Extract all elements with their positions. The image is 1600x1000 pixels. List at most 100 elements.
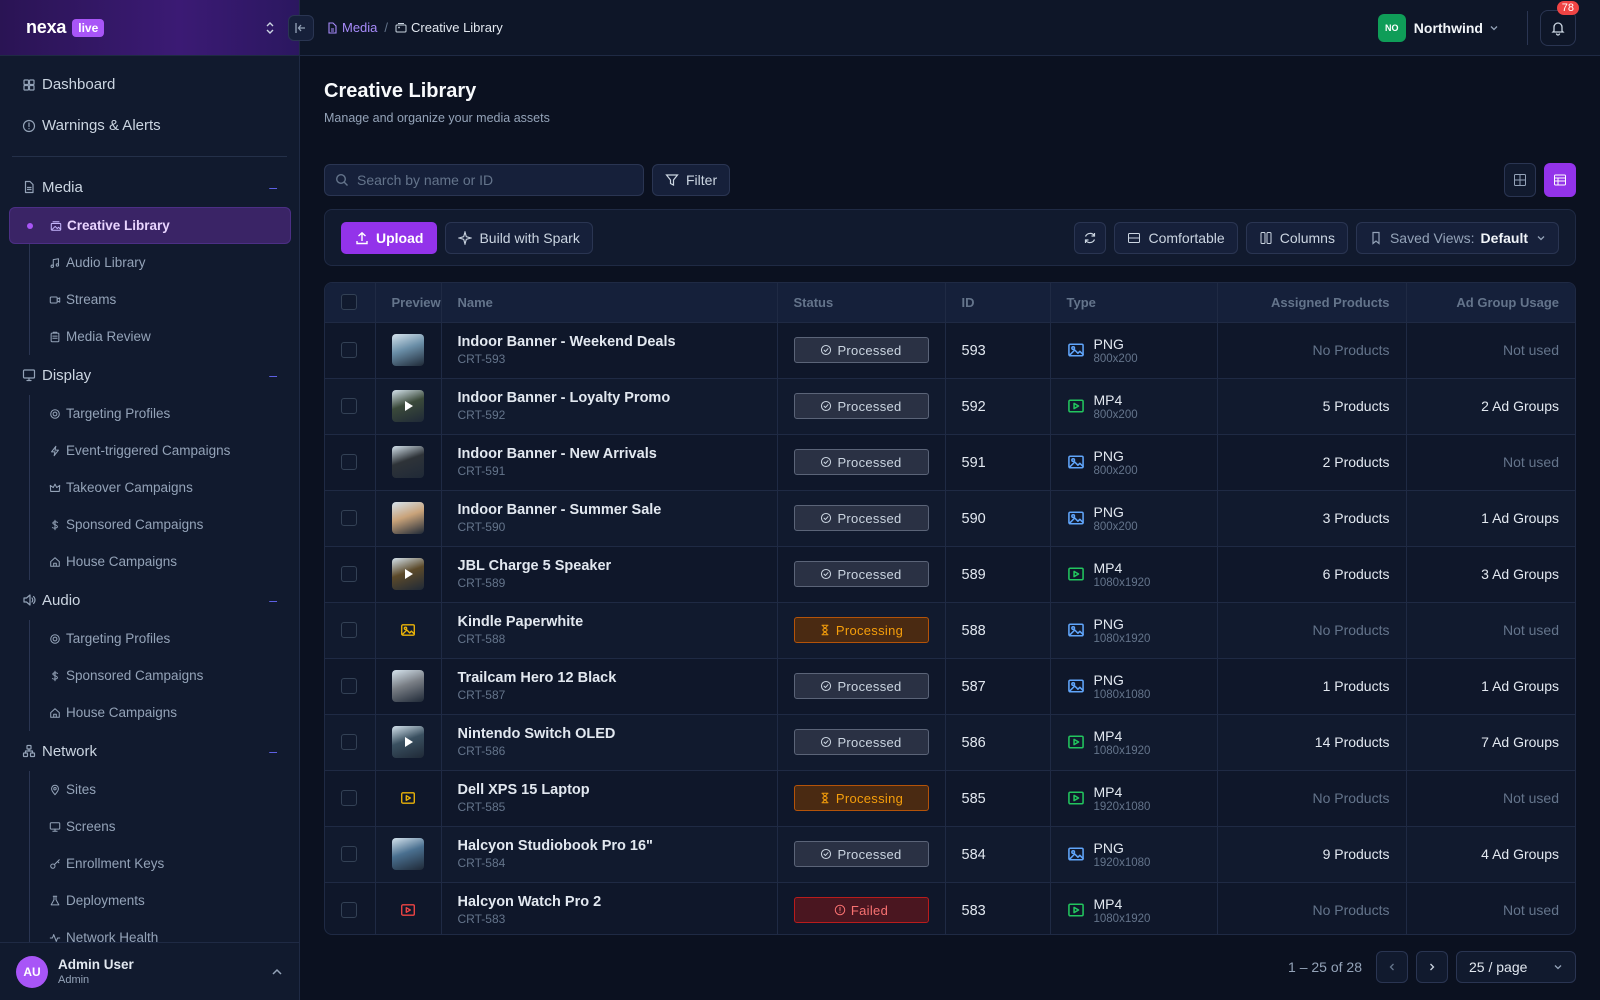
density-button[interactable]: Comfortable: [1114, 221, 1238, 254]
collapse-icon[interactable]: –: [269, 367, 277, 383]
creative-name[interactable]: Halcyon Watch Pro 2: [458, 894, 761, 910]
column-header-id[interactable]: ID: [945, 283, 1051, 323]
prev-page-button[interactable]: [1376, 951, 1408, 983]
sidebar-item-media-review[interactable]: Media Review: [30, 318, 299, 355]
row-checkbox[interactable]: [341, 566, 357, 582]
sidebar-item-screens[interactable]: Screens: [30, 808, 299, 845]
table-row[interactable]: Halcyon Watch Pro 2 CRT-583 Failed 583 M…: [325, 882, 1575, 934]
next-page-button[interactable]: [1416, 951, 1448, 983]
ad-group-usage[interactable]: 1 Ad Groups: [1481, 510, 1559, 526]
row-checkbox[interactable]: [341, 454, 357, 470]
ad-group-usage[interactable]: 2 Ad Groups: [1481, 398, 1559, 414]
column-header-name[interactable]: Name: [441, 283, 778, 323]
video-thumbnail[interactable]: [391, 726, 424, 758]
column-header-type[interactable]: Type: [1050, 283, 1218, 323]
sidebar-item-network-health[interactable]: Network Health: [30, 919, 299, 942]
sidebar-section-network[interactable]: Network –: [0, 731, 299, 771]
saved-views-dropdown[interactable]: Saved Views: Default: [1355, 221, 1559, 254]
sidebar-item-streams[interactable]: Streams: [30, 281, 299, 318]
image-thumbnail[interactable]: [391, 502, 424, 534]
columns-button[interactable]: Columns: [1245, 221, 1348, 254]
assigned-products[interactable]: 2 Products: [1323, 454, 1390, 470]
column-header-assigned-products[interactable]: Assigned Products: [1217, 283, 1407, 323]
notifications-button[interactable]: 78: [1540, 0, 1579, 46]
select-all-checkbox[interactable]: [341, 294, 357, 311]
creative-name[interactable]: JBL Charge 5 Speaker: [458, 558, 761, 574]
assigned-products[interactable]: 1 Products: [1323, 678, 1390, 694]
video-thumbnail[interactable]: [391, 558, 424, 590]
row-checkbox[interactable]: [341, 734, 357, 750]
sidebar-item-sites[interactable]: Sites: [30, 771, 299, 808]
table-row[interactable]: Trailcam Hero 12 Black CRT-587 Processed…: [325, 658, 1575, 715]
assigned-products[interactable]: 9 Products: [1323, 846, 1390, 862]
row-checkbox[interactable]: [341, 902, 357, 918]
collapse-sidebar-button[interactable]: [288, 14, 314, 41]
sidebar-item-audio-library[interactable]: Audio Library: [30, 244, 299, 281]
row-checkbox[interactable]: [341, 790, 357, 806]
ad-group-usage[interactable]: 3 Ad Groups: [1481, 566, 1559, 582]
video-thumbnail[interactable]: [391, 390, 424, 422]
collapse-icon[interactable]: –: [269, 179, 277, 195]
sidebar-section-media[interactable]: Media –: [0, 167, 299, 207]
row-checkbox[interactable]: [341, 622, 357, 638]
creative-name[interactable]: Dell XPS 15 Laptop: [458, 782, 761, 798]
filter-button[interactable]: Filter: [652, 164, 731, 196]
collapse-icon[interactable]: –: [269, 592, 277, 608]
sidebar-item-house-campaigns[interactable]: House Campaigns: [30, 694, 299, 731]
table-row[interactable]: Halcyon Studiobook Pro 16" CRT-584 Proce…: [325, 826, 1575, 883]
assigned-products[interactable]: 3 Products: [1323, 510, 1390, 526]
table-row[interactable]: Kindle Paperwhite CRT-588 Processing 588…: [325, 602, 1575, 659]
sidebar-item-deployments[interactable]: Deployments: [30, 882, 299, 919]
breadcrumb-media[interactable]: Media: [326, 20, 377, 35]
upload-button[interactable]: Upload: [341, 221, 438, 254]
page-size-select[interactable]: 25 / page: [1456, 951, 1576, 983]
sidebar-item-takeover-campaigns[interactable]: Takeover Campaigns: [30, 469, 299, 506]
row-checkbox[interactable]: [341, 678, 357, 694]
assigned-products[interactable]: 5 Products: [1323, 398, 1390, 414]
sidebar-item-targeting-profiles[interactable]: Targeting Profiles: [30, 395, 299, 432]
creative-name[interactable]: Indoor Banner - Loyalty Promo: [458, 390, 761, 406]
column-header-preview[interactable]: Preview: [375, 283, 442, 323]
sidebar-item-sponsored-campaigns[interactable]: Sponsored Campaigns: [30, 506, 299, 543]
user-menu[interactable]: AU Admin User Admin: [0, 942, 299, 1000]
sidebar-item-creative-library[interactable]: Creative Library: [9, 207, 291, 244]
table-row[interactable]: Indoor Banner - Loyalty Promo CRT-592 Pr…: [325, 378, 1575, 435]
grid-view-button[interactable]: [1504, 163, 1536, 197]
brand-header[interactable]: nexa live: [0, 0, 299, 56]
column-header-ad-group-usage[interactable]: Ad Group Usage: [1406, 283, 1575, 323]
creative-name[interactable]: Indoor Banner - New Arrivals: [458, 446, 761, 462]
chevron-up-icon[interactable]: [271, 966, 283, 978]
sidebar-item-sponsored-campaigns[interactable]: Sponsored Campaigns: [30, 657, 299, 694]
search-input[interactable]: [357, 172, 627, 188]
org-switcher[interactable]: NO Northwind: [1377, 13, 1499, 42]
sidebar-item-dashboard[interactable]: Dashboard: [0, 64, 299, 105]
row-checkbox[interactable]: [341, 398, 357, 414]
table-row[interactable]: Indoor Banner - Summer Sale CRT-590 Proc…: [325, 490, 1575, 547]
table-row[interactable]: Nintendo Switch OLED CRT-586 Processed 5…: [325, 714, 1575, 771]
table-row[interactable]: JBL Charge 5 Speaker CRT-589 Processed 5…: [325, 546, 1575, 603]
creative-name[interactable]: Nintendo Switch OLED: [458, 726, 761, 742]
sidebar-item-event-triggered-campaigns[interactable]: Event-triggered Campaigns: [30, 432, 299, 469]
assigned-products[interactable]: 6 Products: [1323, 566, 1390, 582]
sidebar-section-audio[interactable]: Audio –: [0, 580, 299, 620]
ad-group-usage[interactable]: 7 Ad Groups: [1481, 734, 1559, 750]
image-thumbnail[interactable]: [391, 838, 424, 870]
search-box[interactable]: [324, 164, 644, 196]
sidebar-item-warnings-alerts[interactable]: Warnings & Alerts: [0, 105, 299, 146]
column-header-status[interactable]: Status: [777, 283, 946, 323]
table-row[interactable]: Indoor Banner - New Arrivals CRT-591 Pro…: [325, 434, 1575, 491]
ad-group-usage[interactable]: 4 Ad Groups: [1481, 846, 1559, 862]
row-checkbox[interactable]: [341, 510, 357, 526]
table-row[interactable]: Indoor Banner - Weekend Deals CRT-593 Pr…: [325, 322, 1575, 379]
row-checkbox[interactable]: [341, 846, 357, 862]
image-thumbnail[interactable]: [391, 670, 424, 702]
ad-group-usage[interactable]: 1 Ad Groups: [1481, 678, 1559, 694]
sidebar-item-house-campaigns[interactable]: House Campaigns: [30, 543, 299, 580]
row-checkbox[interactable]: [341, 342, 357, 358]
creative-name[interactable]: Indoor Banner - Summer Sale: [458, 502, 761, 518]
build-with-spark-button[interactable]: Build with Spark: [445, 221, 593, 254]
creative-name[interactable]: Indoor Banner - Weekend Deals: [458, 334, 761, 350]
workspace-switch-icon[interactable]: [265, 21, 275, 35]
sidebar-item-enrollment-keys[interactable]: Enrollment Keys: [30, 845, 299, 882]
assigned-products[interactable]: 14 Products: [1315, 734, 1390, 750]
